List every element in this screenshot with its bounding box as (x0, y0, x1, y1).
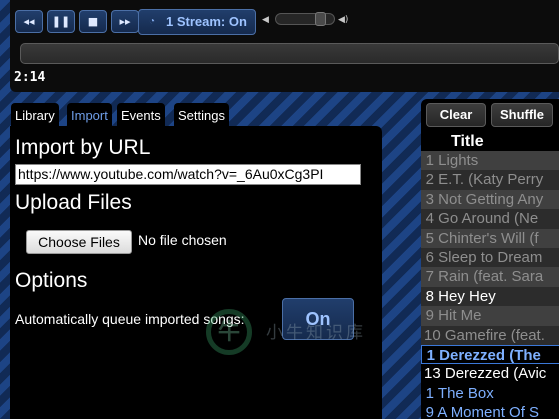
queue-panel: Clear Shuffle Title 1 Lights 2 E.T. (Katy… (421, 99, 559, 419)
volume-slider-handle[interactable] (315, 12, 327, 26)
queue-row-number: 1 (425, 152, 434, 169)
queue-row-title: Chinter's Will (f (438, 229, 539, 247)
queue-title-header[interactable]: Title (451, 133, 484, 151)
queue-row[interactable]: 1 The Box (421, 383, 559, 404)
queue-row[interactable]: 1 Derezzed (The (421, 345, 559, 365)
queue-row-title: Hit Me (438, 307, 482, 325)
queue-row-title: A Moment Of S (437, 404, 540, 419)
import-by-url-heading: Import by URL (15, 136, 151, 159)
queue-row[interactable]: 8 Hey Hey (421, 286, 559, 307)
queue-row-number: 7 (425, 268, 434, 286)
clear-button[interactable]: Clear (426, 103, 486, 127)
volume-low-icon: ◀ (262, 15, 269, 25)
shuffle-button[interactable]: Shuffle (491, 103, 553, 127)
queue-row-title: Lights (438, 152, 479, 169)
queue-row-title: Go Around (Ne (438, 210, 539, 228)
queue-row-title: Gamefire (feat. (444, 326, 545, 344)
queue-row-title: Hey Hey (438, 287, 496, 305)
choose-files-button[interactable]: Choose Files (26, 230, 132, 254)
queue-row-number: 3 (425, 190, 434, 208)
queue-row-title: Derezzed (The (439, 347, 541, 364)
queue-row-title: Not Getting Any (438, 190, 544, 208)
player-bar: ◂◂ ❚❚ ■ ▸▸ ◔ 1 Stream: On ◀ ◀) 2:14 (10, 0, 559, 92)
queue-row-number: 4 (425, 210, 434, 228)
elapsed-time: 2:14 (14, 70, 46, 85)
queue-row[interactable]: 2 E.T. (Katy Perry (421, 170, 559, 190)
rss-icon: ◔ (149, 16, 156, 27)
tab-import[interactable]: Import (67, 103, 112, 127)
queue-row-title: E.T. (Katy Perry (438, 171, 544, 189)
stream-toggle-button[interactable]: ◔ 1 Stream: On (138, 9, 256, 35)
queue-row-number: 5 (425, 229, 434, 247)
queue-row[interactable]: 7 Rain (feat. Sara (421, 267, 559, 287)
skip-forward-icon[interactable]: ▸▸ (111, 10, 139, 33)
queue-row[interactable]: 9 Hit Me (421, 306, 559, 326)
queue-row-title: The Box (437, 384, 494, 402)
watermark-logo-icon: 牛 (206, 309, 252, 355)
queue-row-title: Sleep to Dream (438, 249, 543, 266)
queue-row-number: 10 (424, 326, 441, 344)
queue-row-number: 9 (425, 307, 434, 325)
queue-row[interactable]: 6 Sleep to Dream (421, 248, 559, 268)
queue-row-number: 1 (426, 347, 435, 364)
no-file-status: No file chosen (138, 232, 227, 248)
queue-row-number: 8 (425, 287, 434, 305)
volume-high-icon: ◀) (338, 15, 349, 25)
queue-row[interactable]: 10 Gamefire (feat. (421, 325, 559, 345)
queue-row-title: Rain (feat. Sara (438, 268, 544, 286)
queue-row[interactable]: 13 Derezzed (Avic (421, 364, 559, 384)
tab-library[interactable]: Library (11, 103, 59, 127)
queue-row-title: Derezzed (Avic (444, 365, 547, 383)
stream-label: 1 Stream: On (166, 14, 247, 29)
tab-events[interactable]: Events (117, 103, 165, 127)
queue-row[interactable]: 9 A Moment Of S (421, 403, 559, 419)
queue-row[interactable]: 4 Go Around (Ne (421, 209, 559, 229)
stop-icon[interactable]: ■ (79, 10, 107, 33)
tab-settings[interactable]: Settings (174, 103, 229, 127)
queue-row-number: 2 (425, 171, 434, 189)
queue-row[interactable]: 3 Not Getting Any (421, 189, 559, 210)
import-panel: Import by URL https://www.youtube.com/wa… (10, 126, 382, 419)
pause-icon[interactable]: ❚❚ (47, 10, 75, 33)
upload-files-heading: Upload Files (15, 191, 132, 214)
queue-row-number: 6 (425, 249, 434, 266)
queue-row-number: 13 (424, 365, 441, 383)
seek-bar[interactable] (20, 43, 559, 64)
watermark-text: 小牛知识库 (266, 323, 366, 342)
queue-row-number: 9 (425, 404, 434, 419)
queue-row[interactable]: 5 Chinter's Will (f (421, 228, 559, 248)
options-heading: Options (15, 269, 88, 292)
queue-row[interactable]: 1 Lights (421, 151, 559, 171)
url-input[interactable]: https://www.youtube.com/watch?v=_6Au0xCg… (15, 164, 361, 185)
skip-back-icon[interactable]: ◂◂ (15, 10, 43, 33)
queue-row-number: 1 (425, 384, 434, 402)
